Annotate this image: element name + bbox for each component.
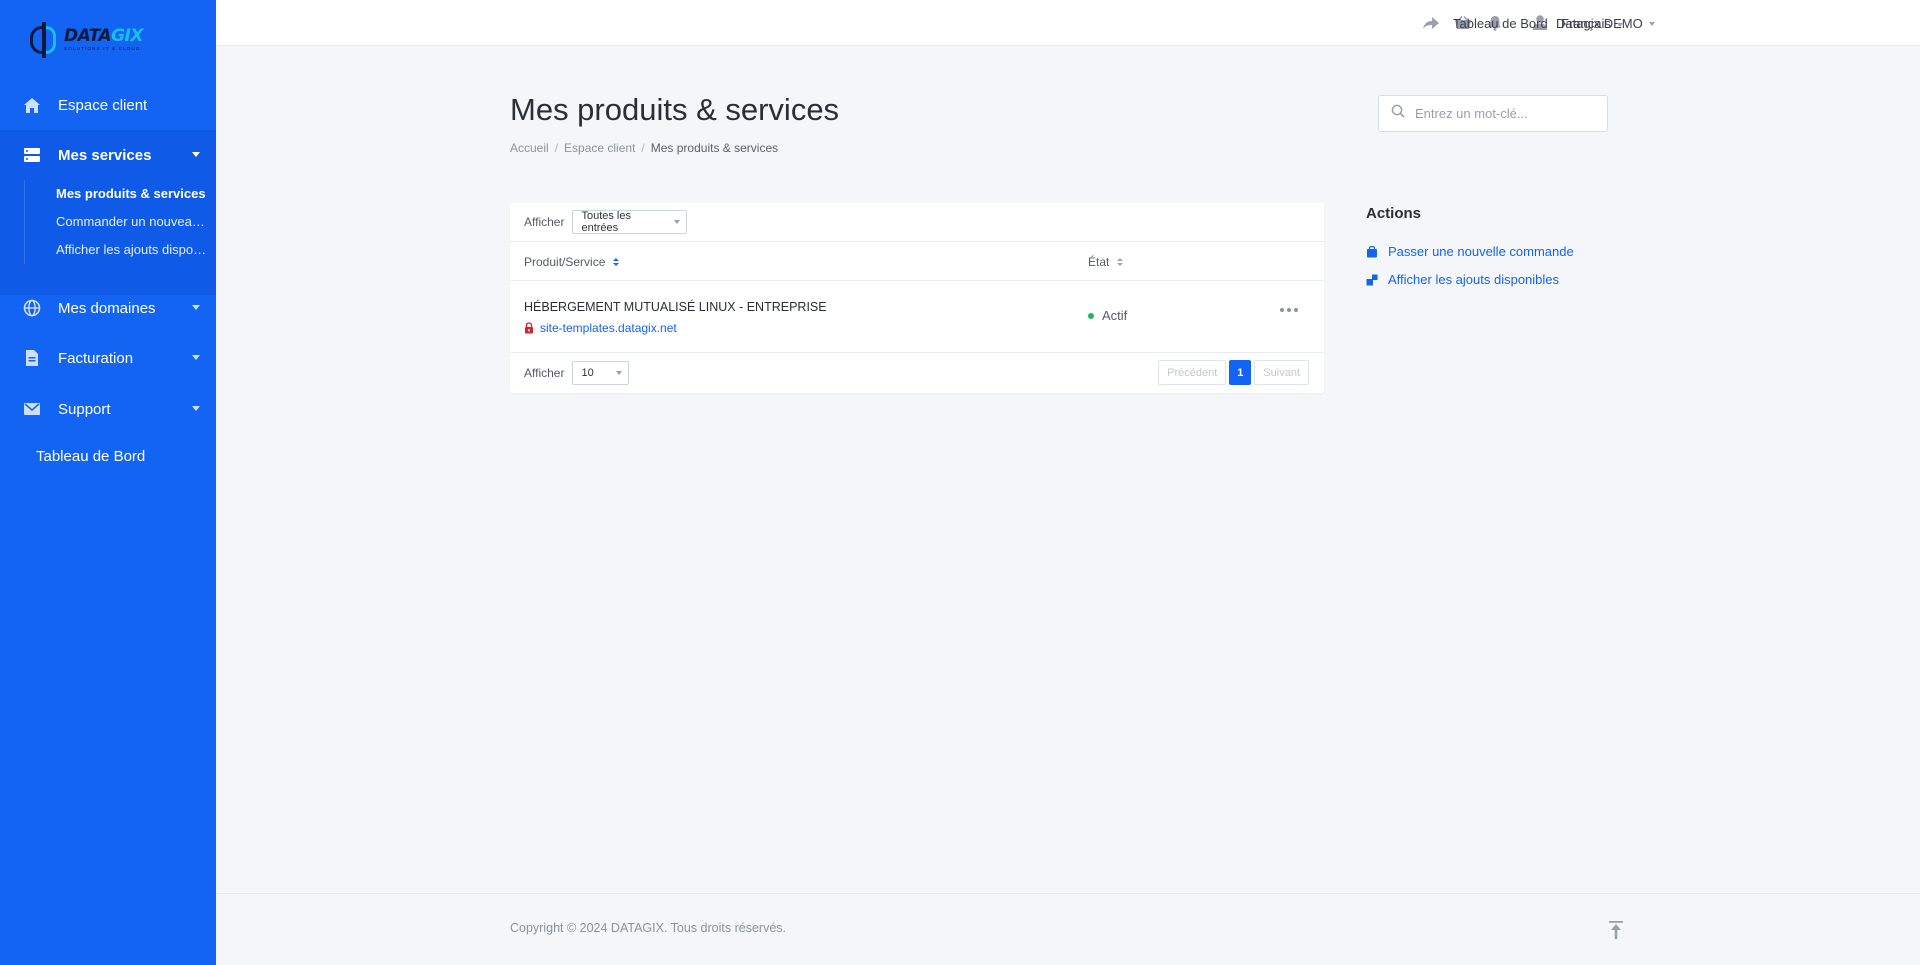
table-filter-bar: Afficher Toutes les entrées: [510, 203, 1324, 242]
submenu-commander[interactable]: Commander un nouveau service: [25, 208, 216, 236]
page-title: Mes produits & services: [510, 92, 840, 127]
view-addons-link[interactable]: Afficher les ajouts disponibles: [1366, 272, 1574, 287]
copyright-text: Copyright © 2024 DATAGIX. Tous droits ré…: [510, 921, 786, 935]
table-row[interactable]: HÉBERGEMENT MUTUALISÉ LINUX - ENTREPRISE…: [510, 281, 1324, 353]
chevron-down-icon: [192, 406, 200, 411]
cubes-icon: [1366, 274, 1380, 286]
column-header-status[interactable]: État: [1088, 255, 1124, 269]
product-domain-link[interactable]: site-templates.datagix.net: [524, 321, 677, 335]
search-box[interactable]: [1378, 95, 1608, 132]
lock-icon: [524, 322, 534, 334]
server-icon: [22, 145, 42, 165]
sort-icon: [613, 258, 620, 266]
envelope-icon: [22, 399, 42, 419]
top-bar: Datagix DEMO Tableau de Bord Français: [216, 0, 1920, 46]
bag-icon: [1366, 245, 1380, 258]
product-name: HÉBERGEMENT MUTUALISÉ LINUX - ENTREPRISE: [524, 300, 827, 314]
chevron-down-icon: [674, 220, 681, 224]
chevron-down-icon: [192, 152, 200, 157]
status-badge: Actif: [1088, 308, 1127, 323]
language-selector[interactable]: Français: [1561, 16, 1623, 31]
chevron-down-icon: [192, 355, 200, 360]
sidebar-item-support[interactable]: Support: [0, 384, 216, 434]
more-options-icon[interactable]: [1280, 308, 1298, 312]
pagination-previous[interactable]: Précédent: [1158, 360, 1227, 385]
sidebar-item-facturation[interactable]: Facturation: [0, 333, 216, 383]
table-footer: Afficher 10 Précédent 1 Suivant: [510, 353, 1324, 392]
search-input[interactable]: [1415, 106, 1585, 121]
header-dashboard-link[interactable]: Tableau de Bord: [1453, 16, 1548, 31]
sort-icon: [1117, 258, 1124, 266]
chevron-down-icon: [1616, 22, 1623, 27]
pagination-page-1[interactable]: 1: [1229, 360, 1252, 385]
chevron-down-icon: [192, 305, 200, 310]
sidebar-item-espace-client[interactable]: Espace client: [0, 80, 216, 130]
breadcrumb: Accueil / Espace client / Mes produits &…: [510, 141, 779, 155]
submenu-mes-produits[interactable]: Mes produits & services: [25, 180, 216, 208]
pagination: Précédent 1 Suivant: [1158, 360, 1309, 385]
breadcrumb-current: Mes produits & services: [650, 141, 779, 155]
globe-icon: [22, 298, 42, 318]
table-header: Produit/Service État: [510, 242, 1324, 281]
home-icon: [22, 95, 42, 115]
chevron-down-icon: [616, 370, 623, 375]
footer: Copyright © 2024 DATAGIX. Tous droits ré…: [216, 893, 1920, 965]
actions-panel: Actions Passer une nouvelle commande Aff…: [1366, 205, 1574, 300]
services-submenu: Mes produits & services Commander un nou…: [24, 180, 216, 264]
actions-title: Actions: [1366, 205, 1422, 222]
sidebar-item-tableau-de-bord[interactable]: Tableau de Bord: [36, 448, 145, 465]
submenu-ajouts[interactable]: Afficher les ajouts disponibles: [25, 236, 216, 264]
document-icon: [22, 348, 42, 368]
sidebar: DATAGIX SOLUTIONS IT & CLOUD Espace clie…: [0, 0, 216, 965]
brand-logo[interactable]: DATAGIX SOLUTIONS IT & CLOUD: [28, 18, 143, 62]
sidebar-item-mes-services[interactable]: Mes services: [0, 130, 216, 180]
page-size-select[interactable]: 10: [572, 360, 630, 385]
chevron-down-icon: [1648, 21, 1655, 26]
products-table-card: Afficher Toutes les entrées Produit/Serv…: [510, 203, 1324, 393]
column-header-product[interactable]: Produit/Service: [524, 255, 620, 269]
pagination-next[interactable]: Suivant: [1254, 360, 1309, 385]
breadcrumb-espace-client[interactable]: Espace client: [564, 141, 635, 155]
status-dot: [1088, 312, 1094, 319]
share-icon[interactable]: [1422, 14, 1440, 32]
search-icon: [1391, 104, 1405, 123]
breadcrumb-accueil[interactable]: Accueil: [510, 141, 549, 155]
sidebar-item-mes-domaines[interactable]: Mes domaines: [0, 283, 216, 333]
status-filter-select[interactable]: Toutes les entrées: [572, 210, 688, 234]
new-order-link[interactable]: Passer une nouvelle commande: [1366, 244, 1574, 259]
back-to-top-icon[interactable]: [1608, 920, 1624, 945]
logo-mark-icon: [28, 20, 58, 60]
